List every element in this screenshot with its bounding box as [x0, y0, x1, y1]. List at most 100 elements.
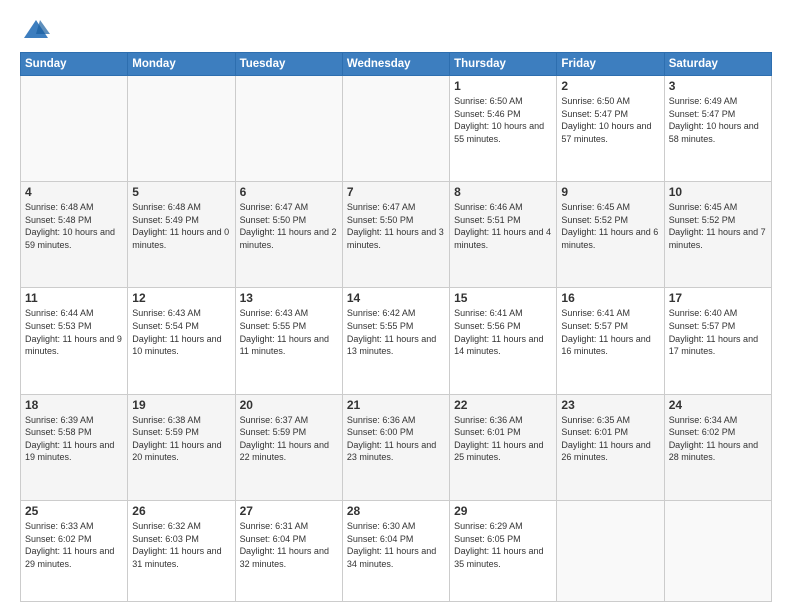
calendar-cell: 4 Sunrise: 6:48 AM Sunset: 5:48 PM Daylig…: [21, 182, 128, 288]
weekday-header-thursday: Thursday: [450, 53, 557, 76]
calendar-cell: 21Sunrise: 6:36 AM Sunset: 6:00 PM Dayli…: [342, 394, 449, 500]
calendar-cell: 9Sunrise: 6:45 AM Sunset: 5:52 PM Daylig…: [557, 182, 664, 288]
day-info: Sunrise: 6:41 AM Sunset: 5:57 PM Dayligh…: [561, 307, 659, 357]
day-info: Sunrise: 6:43 AM Sunset: 5:55 PM Dayligh…: [240, 307, 338, 357]
day-number: 19: [132, 398, 230, 412]
calendar-cell: [664, 500, 771, 601]
day-number: 26: [132, 504, 230, 518]
day-number: 4: [25, 185, 123, 199]
day-number: 24: [669, 398, 767, 412]
day-info: Sunrise: 6:31 AM Sunset: 6:04 PM Dayligh…: [240, 520, 338, 570]
day-number: 14: [347, 291, 445, 305]
day-info: Sunrise: 6:48 AM Sunset: 5:49 PM Dayligh…: [132, 201, 230, 251]
day-number: 22: [454, 398, 552, 412]
calendar-cell: 12 Sunrise: 6:43 AM Sunset: 5:54 PM Dayli…: [128, 288, 235, 394]
calendar-cell: 3 Sunrise: 6:49 AM Sunset: 5:47 PM Daylig…: [664, 76, 771, 182]
calendar-cell: 13 Sunrise: 6:43 AM Sunset: 5:55 PM Dayli…: [235, 288, 342, 394]
logo-text: [20, 16, 50, 44]
day-info: Sunrise: 6:43 AM Sunset: 5:54 PM Dayligh…: [132, 307, 230, 357]
calendar-cell: 14 Sunrise: 6:42 AM Sunset: 5:55 PM Dayli…: [342, 288, 449, 394]
day-info: Sunrise: 6:48 AM Sunset: 5:48 PM Dayligh…: [25, 201, 123, 251]
day-number: 7: [347, 185, 445, 199]
calendar-cell: 20Sunrise: 6:37 AM Sunset: 5:59 PM Dayli…: [235, 394, 342, 500]
day-number: 18: [25, 398, 123, 412]
day-number: 11: [25, 291, 123, 305]
day-info: Sunrise: 6:30 AM Sunset: 6:04 PM Dayligh…: [347, 520, 445, 570]
day-number: 12: [132, 291, 230, 305]
weekday-header-saturday: Saturday: [664, 53, 771, 76]
day-info: Sunrise: 6:39 AM Sunset: 5:58 PM Dayligh…: [25, 414, 123, 464]
calendar-cell: 5 Sunrise: 6:48 AM Sunset: 5:49 PM Daylig…: [128, 182, 235, 288]
calendar-cell: [128, 76, 235, 182]
weekday-header-tuesday: Tuesday: [235, 53, 342, 76]
day-info: Sunrise: 6:46 AM Sunset: 5:51 PM Dayligh…: [454, 201, 552, 251]
week-row-4: 18 Sunrise: 6:39 AM Sunset: 5:58 PM Dayli…: [21, 394, 772, 500]
weekday-header-row: SundayMondayTuesdayWednesdayThursdayFrid…: [21, 53, 772, 76]
day-info: Sunrise: 6:35 AM Sunset: 6:01 PM Dayligh…: [561, 414, 659, 464]
day-number: 17: [669, 291, 767, 305]
calendar-cell: 23 Sunrise: 6:35 AM Sunset: 6:01 PM Dayli…: [557, 394, 664, 500]
day-number: 21: [347, 398, 445, 412]
day-number: 9: [561, 185, 659, 199]
day-info: Sunrise: 6:42 AM Sunset: 5:55 PM Dayligh…: [347, 307, 445, 357]
calendar-cell: 15 Sunrise: 6:41 AM Sunset: 5:56 PM Dayli…: [450, 288, 557, 394]
day-info: Sunrise: 6:50 AM Sunset: 5:46 PM Dayligh…: [454, 95, 552, 145]
day-number: 23: [561, 398, 659, 412]
day-number: 16: [561, 291, 659, 305]
calendar-cell: [342, 76, 449, 182]
calendar-cell: 16 Sunrise: 6:41 AM Sunset: 5:57 PM Dayli…: [557, 288, 664, 394]
day-number: 8: [454, 185, 552, 199]
week-row-3: 11Sunrise: 6:44 AM Sunset: 5:53 PM Dayli…: [21, 288, 772, 394]
week-row-5: 25 Sunrise: 6:33 AM Sunset: 6:02 PM Dayli…: [21, 500, 772, 601]
day-info: Sunrise: 6:47 AM Sunset: 5:50 PM Dayligh…: [347, 201, 445, 251]
calendar-cell: [557, 500, 664, 601]
calendar-cell: 28 Sunrise: 6:30 AM Sunset: 6:04 PM Dayli…: [342, 500, 449, 601]
calendar-cell: 25 Sunrise: 6:33 AM Sunset: 6:02 PM Dayli…: [21, 500, 128, 601]
weekday-header-sunday: Sunday: [21, 53, 128, 76]
day-info: Sunrise: 6:33 AM Sunset: 6:02 PM Dayligh…: [25, 520, 123, 570]
page: SundayMondayTuesdayWednesdayThursdayFrid…: [0, 0, 792, 612]
day-number: 10: [669, 185, 767, 199]
calendar-table: SundayMondayTuesdayWednesdayThursdayFrid…: [20, 52, 772, 602]
weekday-header-monday: Monday: [128, 53, 235, 76]
calendar-cell: 26Sunrise: 6:32 AM Sunset: 6:03 PM Dayli…: [128, 500, 235, 601]
calendar-cell: [235, 76, 342, 182]
day-info: Sunrise: 6:50 AM Sunset: 5:47 PM Dayligh…: [561, 95, 659, 145]
calendar-cell: 1 Sunrise: 6:50 AM Sunset: 5:46 PM Daylig…: [450, 76, 557, 182]
day-number: 29: [454, 504, 552, 518]
day-info: Sunrise: 6:29 AM Sunset: 6:05 PM Dayligh…: [454, 520, 552, 570]
logo: [20, 16, 50, 44]
day-number: 13: [240, 291, 338, 305]
day-number: 25: [25, 504, 123, 518]
calendar-cell: 17 Sunrise: 6:40 AM Sunset: 5:57 PM Dayli…: [664, 288, 771, 394]
day-info: Sunrise: 6:41 AM Sunset: 5:56 PM Dayligh…: [454, 307, 552, 357]
day-number: 28: [347, 504, 445, 518]
day-number: 15: [454, 291, 552, 305]
calendar-cell: 2Sunrise: 6:50 AM Sunset: 5:47 PM Daylig…: [557, 76, 664, 182]
calendar-cell: 6 Sunrise: 6:47 AM Sunset: 5:50 PM Daylig…: [235, 182, 342, 288]
weekday-header-friday: Friday: [557, 53, 664, 76]
calendar-cell: 24 Sunrise: 6:34 AM Sunset: 6:02 PM Dayli…: [664, 394, 771, 500]
day-number: 6: [240, 185, 338, 199]
calendar-cell: 18 Sunrise: 6:39 AM Sunset: 5:58 PM Dayli…: [21, 394, 128, 500]
calendar-cell: 7 Sunrise: 6:47 AM Sunset: 5:50 PM Daylig…: [342, 182, 449, 288]
day-info: Sunrise: 6:49 AM Sunset: 5:47 PM Dayligh…: [669, 95, 767, 145]
calendar-cell: 19 Sunrise: 6:38 AM Sunset: 5:59 PM Dayli…: [128, 394, 235, 500]
calendar-cell: [21, 76, 128, 182]
header: [20, 16, 772, 44]
day-info: Sunrise: 6:34 AM Sunset: 6:02 PM Dayligh…: [669, 414, 767, 464]
day-number: 5: [132, 185, 230, 199]
calendar-cell: 11Sunrise: 6:44 AM Sunset: 5:53 PM Dayli…: [21, 288, 128, 394]
day-info: Sunrise: 6:37 AM Sunset: 5:59 PM Dayligh…: [240, 414, 338, 464]
day-info: Sunrise: 6:38 AM Sunset: 5:59 PM Dayligh…: [132, 414, 230, 464]
day-info: Sunrise: 6:36 AM Sunset: 6:01 PM Dayligh…: [454, 414, 552, 464]
day-info: Sunrise: 6:47 AM Sunset: 5:50 PM Dayligh…: [240, 201, 338, 251]
logo-icon: [22, 16, 50, 44]
day-info: Sunrise: 6:40 AM Sunset: 5:57 PM Dayligh…: [669, 307, 767, 357]
day-number: 3: [669, 79, 767, 93]
day-number: 27: [240, 504, 338, 518]
calendar-cell: 29 Sunrise: 6:29 AM Sunset: 6:05 PM Dayli…: [450, 500, 557, 601]
day-number: 1: [454, 79, 552, 93]
weekday-header-wednesday: Wednesday: [342, 53, 449, 76]
calendar-cell: 22 Sunrise: 6:36 AM Sunset: 6:01 PM Dayli…: [450, 394, 557, 500]
